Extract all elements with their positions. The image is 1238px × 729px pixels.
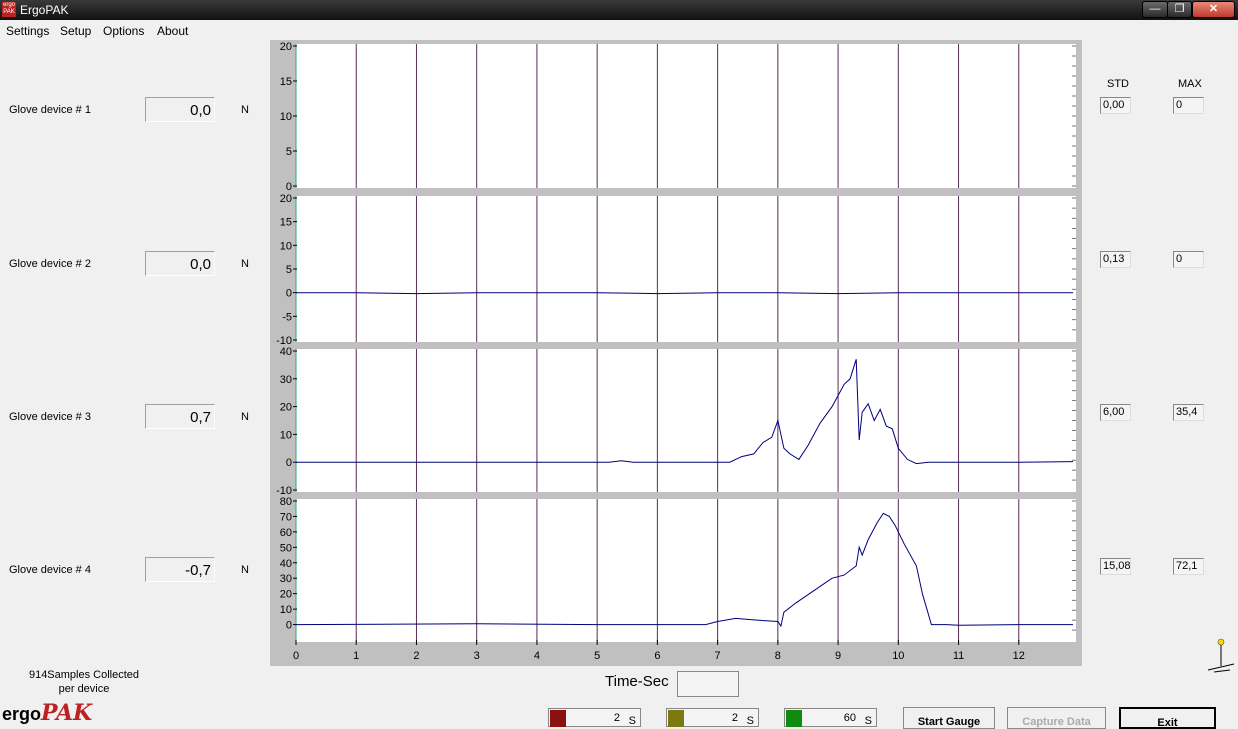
gauge-green[interactable]: 60 S bbox=[784, 708, 877, 727]
logo-suffix: PAK bbox=[41, 700, 93, 726]
panel-3-y-tick-label: 30 bbox=[280, 374, 292, 386]
panel-4-y-tick-label: 60 bbox=[280, 527, 292, 539]
panel-1-y-tick-label: 10 bbox=[280, 111, 292, 123]
panel-1-y-tick-label: 20 bbox=[280, 41, 292, 53]
gauge-yellow-swatch bbox=[668, 710, 684, 727]
gauge-yellow-unit: S bbox=[746, 715, 754, 727]
panel-3-y-tick-label: 40 bbox=[280, 346, 292, 358]
time-readout bbox=[677, 671, 739, 697]
device-1-value: 0,0 bbox=[145, 97, 215, 122]
device-4-label: Glove device # 4 bbox=[9, 564, 91, 576]
panel-4-y-tick-label: 50 bbox=[280, 542, 292, 554]
panel-2-y-tick-label: -5 bbox=[282, 311, 292, 323]
maximize-button[interactable]: ❐ bbox=[1167, 1, 1192, 18]
x-tick-label: 3 bbox=[474, 650, 480, 662]
panel-1-y-tick-label: 0 bbox=[286, 181, 292, 193]
gauge-red-unit: S bbox=[628, 715, 636, 727]
samples-count: 914Samples Collected bbox=[28, 669, 140, 681]
device-3-value: 0,7 bbox=[145, 404, 215, 429]
close-button[interactable]: ✕ bbox=[1192, 1, 1235, 18]
panel-4-y-tick-label: 30 bbox=[280, 573, 292, 585]
panel-4-y-tick-label: 20 bbox=[280, 589, 292, 601]
logo-prefix: ergo bbox=[2, 704, 42, 724]
gauge-yellow-value: 2 bbox=[731, 712, 738, 724]
gauge-green-swatch bbox=[786, 710, 802, 727]
device-3-unit: N bbox=[241, 411, 249, 423]
device-2-value: 0,0 bbox=[145, 251, 215, 276]
panel-3-y-tick-label: 0 bbox=[286, 457, 292, 469]
samples-status: 914Samples Collected per device bbox=[24, 668, 144, 696]
force-chart: 05101520-10-505101520-100102030400102030… bbox=[270, 40, 1082, 666]
x-tick-label: 8 bbox=[775, 650, 781, 662]
device-1-max: 0 bbox=[1173, 97, 1204, 114]
device-4-std: 15,08 bbox=[1100, 558, 1131, 575]
panel-1-y-tick-label: 15 bbox=[280, 76, 292, 88]
device-2-max: 0 bbox=[1173, 251, 1204, 268]
device-1-unit: N bbox=[241, 104, 249, 116]
window-title: ErgoPAK bbox=[20, 3, 69, 17]
gauge-yellow[interactable]: 2 S bbox=[666, 708, 759, 727]
x-tick-label: 9 bbox=[835, 650, 841, 662]
time-axis-label: Time-Sec bbox=[605, 673, 669, 690]
x-tick-label: 4 bbox=[534, 650, 540, 662]
device-2-std: 0,13 bbox=[1100, 251, 1131, 268]
capture-data-button[interactable]: Capture Data bbox=[1007, 707, 1106, 729]
device-3-label: Glove device # 3 bbox=[9, 411, 91, 423]
samples-per-device: per device bbox=[58, 683, 110, 695]
max-header: MAX bbox=[1178, 78, 1202, 90]
device-4-value: -0,7 bbox=[145, 557, 215, 582]
panel-2-y-tick-label: 15 bbox=[280, 217, 292, 229]
gauge-green-unit: S bbox=[864, 715, 872, 727]
menu-bar: Settings Setup Options About bbox=[0, 20, 1238, 40]
x-tick-label: 12 bbox=[1013, 650, 1025, 662]
x-tick-label: 5 bbox=[594, 650, 600, 662]
menu-setup[interactable]: Setup bbox=[60, 24, 91, 38]
panel-2-y-tick-label: 5 bbox=[286, 264, 292, 276]
device-3-std: 6,00 bbox=[1100, 404, 1131, 421]
x-tick-label: 0 bbox=[293, 650, 299, 662]
device-3-max: 35,4 bbox=[1173, 404, 1204, 421]
panel-2-y-tick-label: 20 bbox=[280, 193, 292, 205]
panel-1-y-tick-label: 5 bbox=[286, 146, 292, 158]
gauge-green-value: 60 bbox=[843, 712, 856, 724]
axis-cursor-icon[interactable] bbox=[1206, 636, 1236, 676]
panel-4-y-tick-label: 80 bbox=[280, 496, 292, 508]
x-tick-label: 1 bbox=[353, 650, 359, 662]
device-4-max: 72,1 bbox=[1173, 558, 1204, 575]
app-icon: ergo PAK bbox=[2, 2, 16, 17]
start-gauge-button[interactable]: Start Gauge bbox=[903, 707, 995, 729]
panel-4-y-tick-label: 10 bbox=[280, 604, 292, 616]
exit-button[interactable]: Exit bbox=[1119, 707, 1216, 729]
gauge-red-swatch bbox=[550, 710, 566, 727]
device-2-label: Glove device # 2 bbox=[9, 258, 91, 270]
ergopak-logo: ergoPAK bbox=[2, 700, 92, 726]
x-tick-label: 11 bbox=[953, 650, 964, 662]
panel-4-y-tick-label: 40 bbox=[280, 558, 292, 570]
x-tick-label: 6 bbox=[654, 650, 660, 662]
std-header: STD bbox=[1107, 78, 1129, 90]
menu-settings[interactable]: Settings bbox=[6, 24, 49, 38]
menu-about[interactable]: About bbox=[157, 24, 188, 38]
gauge-red-value: 2 bbox=[613, 712, 620, 724]
title-bar: ergo PAK ErgoPAK — ❐ ✕ bbox=[0, 0, 1238, 20]
panel-3-y-tick-label: 20 bbox=[280, 402, 292, 414]
device-2-unit: N bbox=[241, 258, 249, 270]
panel-3-y-tick-label: 10 bbox=[280, 429, 292, 441]
panel-4-y-tick-label: 70 bbox=[280, 511, 292, 523]
panel-2-y-tick-label: 0 bbox=[286, 288, 292, 300]
minimize-button[interactable]: — bbox=[1142, 1, 1168, 18]
panel-2-y-tick-label: 10 bbox=[280, 240, 292, 252]
device-1-label: Glove device # 1 bbox=[9, 104, 91, 116]
x-tick-label: 2 bbox=[413, 650, 419, 662]
device-4-unit: N bbox=[241, 564, 249, 576]
device-1-std: 0,00 bbox=[1100, 97, 1131, 114]
gauge-red[interactable]: 2 S bbox=[548, 708, 641, 727]
x-tick-label: 7 bbox=[715, 650, 721, 662]
panel-4-y-tick-label: 0 bbox=[286, 620, 292, 632]
x-tick-label: 10 bbox=[892, 650, 904, 662]
menu-options[interactable]: Options bbox=[103, 24, 144, 38]
